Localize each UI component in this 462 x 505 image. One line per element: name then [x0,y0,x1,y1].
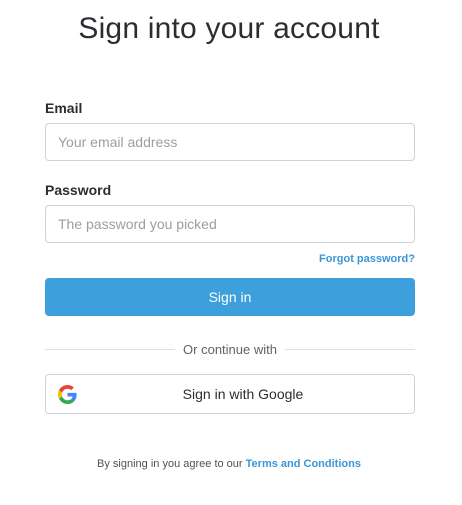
email-label: Email [45,100,83,116]
forgot-password-link[interactable]: Forgot password? [319,253,415,265]
divider-line-left [45,348,176,350]
terms-notice: By signing in you agree to our Terms and… [0,458,458,470]
password-label: Password [45,182,112,198]
password-field[interactable] [45,205,415,243]
terms-link[interactable]: Terms and Conditions [246,458,361,470]
forgot-password-row: Forgot password? [45,249,415,265]
google-sign-in-button[interactable]: Sign in with Google [45,374,415,414]
sign-in-page: Sign into your account Email Password Fo… [0,0,462,505]
divider: Or continue with [45,340,415,358]
divider-line-right [284,348,415,350]
google-button-label: Sign in with Google [182,386,304,402]
terms-prefix: By signing in you agree to our [97,458,243,470]
sign-in-form: Email Password Forgot password? Sign in … [45,100,415,414]
divider-text: Or continue with [183,341,277,357]
page-title: Sign into your account [78,12,380,45]
email-field[interactable] [45,123,415,161]
sign-in-button[interactable]: Sign in [45,278,415,316]
